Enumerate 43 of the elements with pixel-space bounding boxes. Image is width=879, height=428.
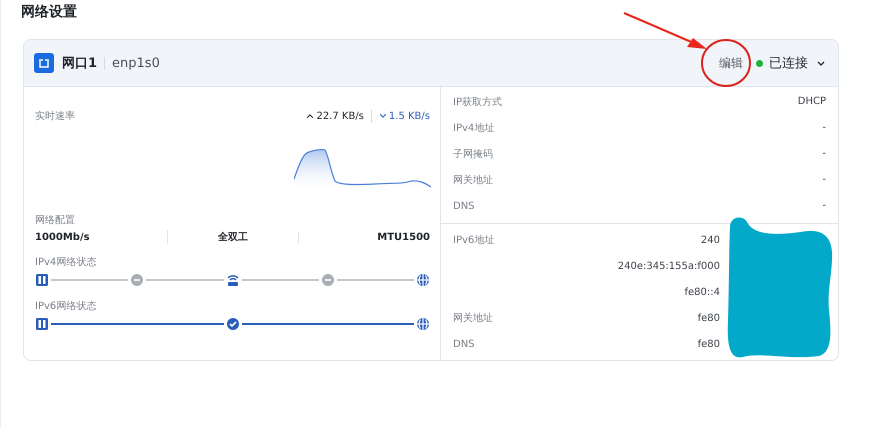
info-label: 网关地址	[453, 174, 494, 187]
config-label: 网络配置	[35, 214, 76, 227]
info-label: 网关地址	[453, 312, 494, 326]
server-icon	[35, 317, 49, 331]
globe-icon	[416, 273, 430, 287]
globe-icon	[416, 317, 430, 331]
interface-name: 网口1	[62, 55, 98, 72]
up-caret-icon	[306, 112, 314, 120]
info-label: IPv4地址	[453, 122, 496, 135]
info-value: fe80	[698, 312, 720, 326]
info-value: -	[822, 121, 826, 135]
router-icon	[226, 273, 240, 287]
info-value: fe80	[698, 338, 720, 352]
config-value: 全双工	[166, 230, 298, 244]
info-value: 240	[700, 234, 720, 248]
config-value: 1000Mb/s	[35, 232, 91, 242]
info-label: 子网掩码	[453, 148, 494, 161]
path-status-label: IPv6网络状态	[35, 300, 98, 313]
speed-label: 实时速率	[35, 110, 75, 123]
info-label: DNS	[453, 200, 476, 212]
info-value: fe80::4	[684, 286, 720, 300]
info-label: DNS	[453, 338, 476, 352]
upload-speed: 22.7 KB/s	[316, 110, 364, 122]
path-status-label: IPv4网络状态	[35, 256, 98, 269]
download-speed: 1.5 KB/s	[388, 110, 430, 122]
info-value: -	[822, 147, 826, 161]
info-value: -	[822, 173, 826, 187]
info-label: IPv6地址	[453, 234, 496, 248]
check-icon	[226, 317, 240, 331]
info-value: DHCP	[798, 95, 826, 109]
info-value: 240e:345:155a:f000	[618, 260, 720, 274]
ethernet-port-icon	[34, 53, 54, 73]
device-name: enp1s0	[112, 56, 160, 70]
minus-icon	[320, 273, 335, 287]
page-title: 网络设置	[21, 3, 78, 22]
down-caret-icon	[378, 112, 387, 120]
info-label: IP获取方式	[453, 96, 503, 109]
server-icon	[35, 273, 49, 287]
connection-status: 已连接	[769, 55, 808, 72]
edit-link[interactable]: 编辑	[719, 54, 743, 72]
config-value: MTU1500	[298, 232, 430, 242]
minus-icon	[130, 273, 144, 287]
info-value: -	[822, 199, 826, 213]
